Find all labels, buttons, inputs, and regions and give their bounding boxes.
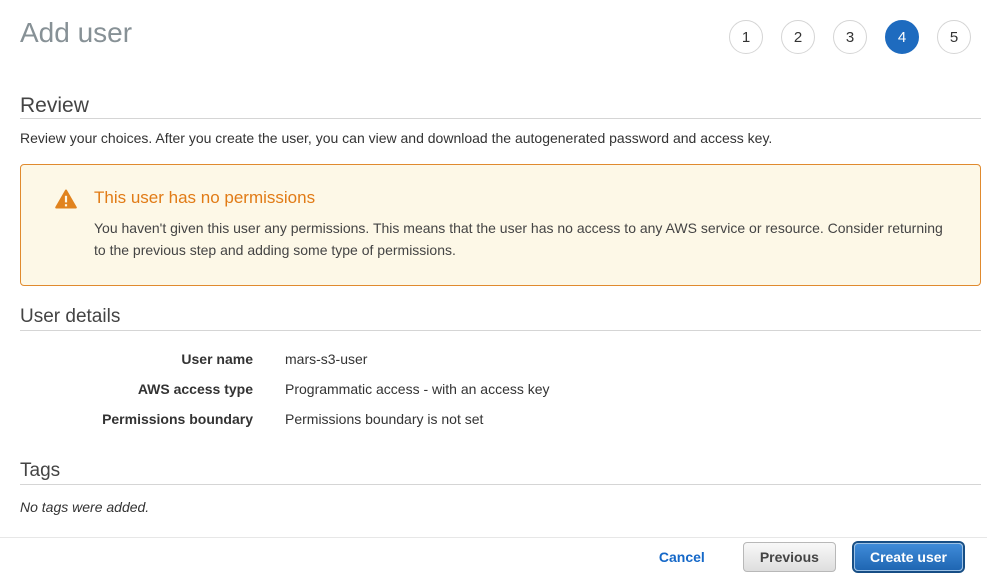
detail-row-user-name: User name mars-s3-user [20,344,981,374]
cancel-button[interactable]: Cancel [659,549,705,565]
wizard-step-3[interactable]: 3 [833,20,867,54]
no-permissions-warning-banner: This user has no permissions You haven't… [20,164,981,286]
wizard-step-2[interactable]: 2 [781,20,815,54]
user-details-list: User name mars-s3-user AWS access type P… [20,344,981,434]
detail-label: Permissions boundary [20,411,253,427]
detail-label: User name [20,351,253,367]
detail-row-permissions-boundary: Permissions boundary Permissions boundar… [20,404,981,434]
warning-body: You haven't given this user any permissi… [94,217,954,261]
review-section: Review Review your choices. After you cr… [20,94,981,286]
detail-value: Permissions boundary is not set [285,411,483,427]
tags-section: Tags No tags were added. [20,460,981,515]
detail-label: AWS access type [20,381,253,397]
detail-value: Programmatic access - with an access key [285,381,550,397]
review-description: Review your choices. After you create th… [20,129,981,147]
tags-empty-text: No tags were added. [20,499,981,515]
warning-title: This user has no permissions [94,187,954,209]
wizard-footer: Cancel Previous Create user [0,537,987,581]
wizard-step-1[interactable]: 1 [729,20,763,54]
warning-triangle-icon [55,189,77,214]
wizard-step-indicator: 1 2 3 4 5 [729,20,971,54]
detail-row-access-type: AWS access type Programmatic access - wi… [20,374,981,404]
page-title: Add user [20,16,132,50]
user-details-section: User details User name mars-s3-user AWS … [20,306,981,434]
detail-value: mars-s3-user [285,351,367,367]
tags-heading: Tags [20,460,981,485]
create-user-button[interactable]: Create user [854,543,963,571]
wizard-step-4-active[interactable]: 4 [885,20,919,54]
review-heading: Review [20,94,981,119]
user-details-heading: User details [20,306,981,331]
warning-content: This user has no permissions You haven't… [94,187,954,261]
wizard-step-5[interactable]: 5 [937,20,971,54]
previous-button[interactable]: Previous [743,542,836,572]
add-user-wizard: Add user 1 2 3 4 5 Review Review your ch… [0,0,987,537]
page-header: Add user 1 2 3 4 5 [20,16,981,54]
